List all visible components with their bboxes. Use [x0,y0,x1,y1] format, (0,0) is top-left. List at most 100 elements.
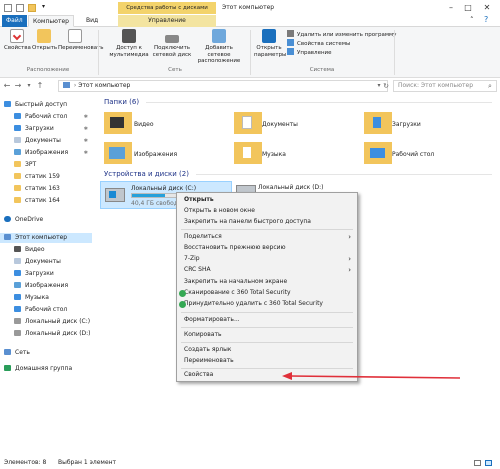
nav-item-folder[interactable]: статик 159 [0,172,92,182]
nav-onedrive[interactable]: OneDrive [0,215,92,225]
folder-label: Загрузки [392,121,421,128]
explorer-icon[interactable] [4,4,12,12]
properties-button[interactable]: Свойства [4,29,31,52]
menu-7zip[interactable]: 7-Zip › [177,254,357,264]
desktop-icon [14,306,21,312]
menu-restore-version[interactable]: Восстановить прежнюю версию [177,243,357,253]
nav-item-documents[interactable]: Документы ✱ [0,136,92,146]
nav-homegroup[interactable]: Домашняя группа [0,364,92,374]
menu-open[interactable]: Открыть [177,195,357,205]
close-button[interactable]: ✕ [480,2,494,14]
nav-item-folder[interactable]: ЗРТ [0,160,92,170]
uninstall-label: Удалить или изменить программу [297,32,397,38]
help-icon[interactable]: ? [484,15,488,24]
system-properties-button[interactable]: Свойства системы [287,39,396,48]
nav-item-downloads[interactable]: Загрузки [0,269,92,279]
nav-item-drive-d[interactable]: Локальный диск (D:) [0,329,92,339]
uninstall-program-button[interactable]: Удалить или изменить программу [287,30,396,39]
properties-quick-icon[interactable] [16,4,24,12]
tab-manage[interactable]: Управление [118,15,216,27]
maximize-button[interactable]: □ [461,2,475,14]
menu-format[interactable]: Форматировать... [177,315,357,325]
media-access-button[interactable]: Доступ к мультимедиа [108,29,150,58]
recent-dropdown-icon[interactable]: ▾ [24,81,34,91]
rename-icon [68,29,82,43]
menu-crc-sha[interactable]: CRC SHA › [177,265,357,275]
folder-video[interactable] [104,112,132,134]
tab-file[interactable]: Файл [2,15,27,27]
downloads-folder-icon [364,112,392,134]
menu-separator [181,327,353,328]
rename-button[interactable]: Переименовать [58,29,104,52]
tab-computer[interactable]: Компьютер [28,15,74,27]
tiles-view-icon[interactable] [485,460,492,466]
back-arrow-icon[interactable]: ← [2,81,12,91]
menu-pin-start[interactable]: Закрепить на начальном экране [177,277,357,287]
nav-quick-access[interactable]: Быстрый доступ [0,100,92,110]
forward-arrow-icon[interactable]: → [13,81,23,91]
chevron-right-icon: › [348,266,351,274]
up-arrow-icon[interactable]: ↑ [35,81,45,91]
nav-item-desktop[interactable]: Рабочий стол ✱ [0,112,92,122]
download-icon [14,125,21,131]
drive-d-name[interactable]: Локальный диск (D:) [258,184,324,191]
arrow-line [289,375,461,379]
nav-this-pc[interactable]: Этот компьютер [0,233,92,243]
pin-icon: ✱ [83,150,88,156]
nav-item-documents[interactable]: Документы [0,257,92,267]
nav-item-pictures[interactable]: Изображения [0,281,92,291]
menu-copy[interactable]: Копировать [177,330,357,340]
folder-music[interactable] [234,142,262,164]
menu-share[interactable]: Поделиться › [177,232,357,242]
menu-create-shortcut[interactable]: Создать ярлык [177,345,357,355]
folder-desktop[interactable] [364,142,392,164]
map-drive-button[interactable]: Подключить сетевой диск [152,29,192,58]
devices-section-header[interactable]: Устройства и диски (2) [104,170,189,178]
arrow-head [282,372,292,380]
folder-pictures[interactable] [104,142,132,164]
nav-label: Загрузки [25,270,54,277]
section-divider [196,174,492,175]
nav-label: статик 163 [25,185,60,192]
minimize-button[interactable]: – [444,2,458,14]
menu-open-new-window[interactable]: Открыть в новом окне [177,206,357,216]
menu-scan-360[interactable]: Сканирование с 360 Total Security [177,288,357,298]
ribbon-collapse-icon[interactable]: ˄ [470,16,474,24]
nav-label: Этот компьютер [15,234,68,241]
folder-icon [14,197,21,203]
nav-item-desktop[interactable]: Рабочий стол [0,305,92,315]
new-folder-quick-icon[interactable] [28,4,36,12]
manage-button[interactable]: Управление [287,48,396,57]
refresh-icon[interactable]: ↻ [381,81,391,91]
tab-view[interactable]: Вид [82,15,102,27]
nav-item-pictures[interactable]: Изображения ✱ [0,148,92,158]
folder-downloads[interactable] [364,112,392,134]
menu-pin-quick-access[interactable]: Закрепить на панели быстрого доступа [177,217,357,227]
open-settings-button[interactable]: Открыть параметры [254,29,286,58]
nav-item-folder[interactable]: статик 164 [0,196,92,206]
ribbon-tabs: Файл Компьютер Вид Управление ˄ ? [0,15,500,27]
search-input[interactable]: Поиск: Этот компьютер [393,80,497,92]
360-security-icon [179,290,186,297]
address-field[interactable]: › Этот компьютер [58,80,388,92]
nav-item-music[interactable]: Музыка [0,293,92,303]
nav-label: Загрузки [25,125,54,132]
checkmark-properties-icon [10,29,24,43]
nav-label: Рабочий стол [25,306,68,313]
nav-item-video[interactable]: Видео [0,245,92,255]
menu-rename[interactable]: Переименовать [177,356,357,366]
folders-section-header[interactable]: Папки (6) [104,98,139,106]
status-bar: Элементов: 8 Выбран 1 элемент [0,457,500,469]
nav-item-drive-c[interactable]: Локальный диск (C:) [0,317,92,327]
system-actions: Удалить или изменить программу Свойства … [287,30,396,57]
nav-item-downloads[interactable]: Загрузки ✱ [0,124,92,134]
nav-network[interactable]: Сеть [0,348,92,358]
quick-access-dropdown-icon[interactable]: ▾ [42,3,45,10]
add-network-location-button[interactable]: Добавить сетевое расположение [194,29,244,65]
menu-force-delete-360[interactable]: Принудительно удалить с 360 Total Securi… [177,299,357,309]
open-button[interactable]: Открыть [32,29,57,52]
menu-separator [181,229,353,230]
folder-documents[interactable] [234,112,262,134]
nav-item-folder[interactable]: статик 163 [0,184,92,194]
details-view-icon[interactable] [474,460,481,466]
